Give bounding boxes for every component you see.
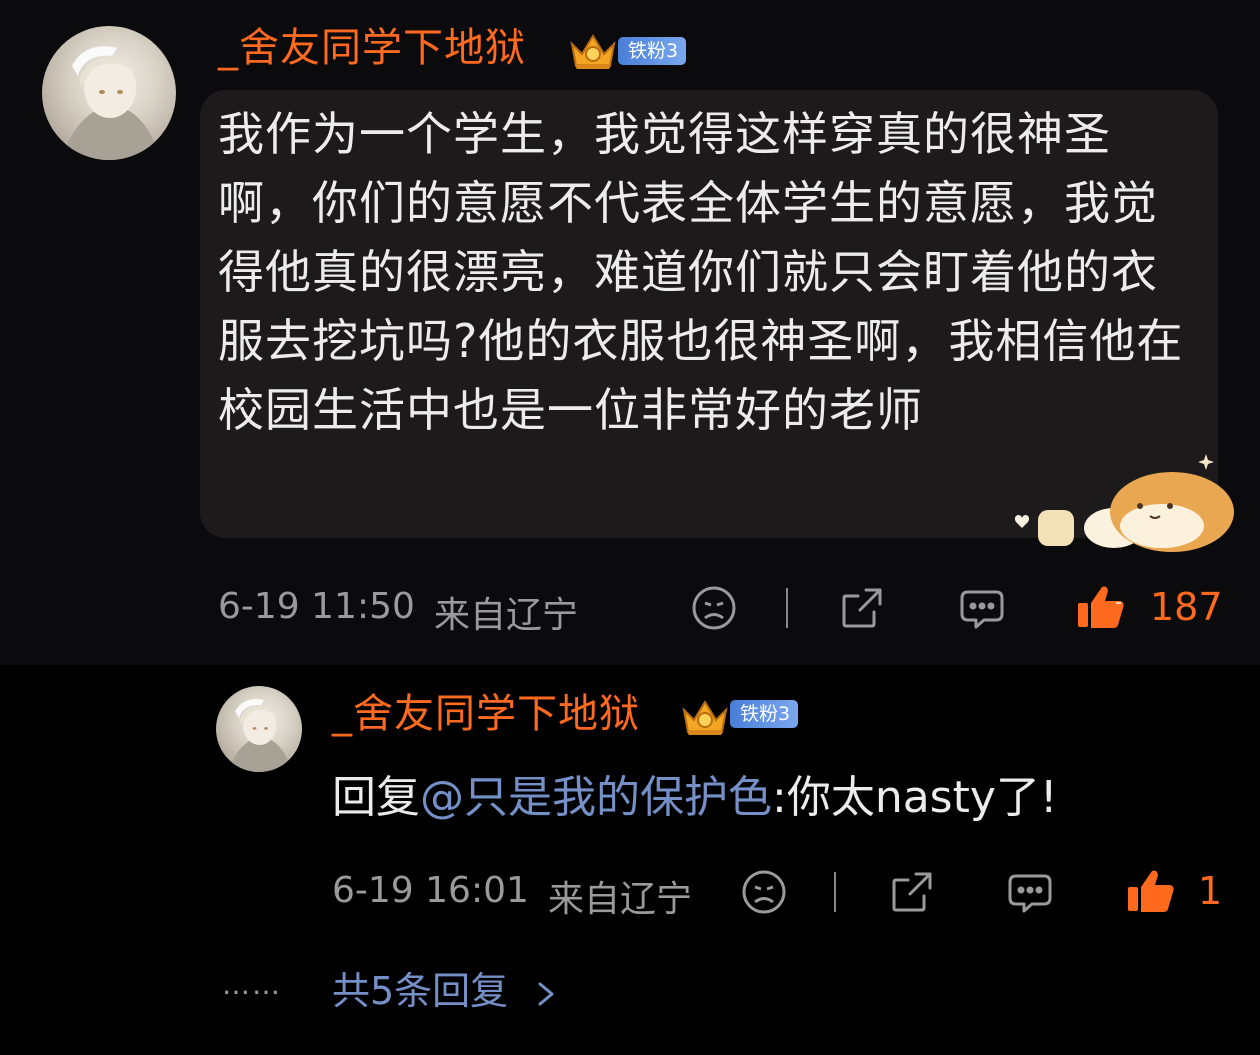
fan-level-badge: 铁粉3 [618,37,687,65]
like-count: 187 [1150,585,1223,629]
sad-face-icon[interactable] [690,584,738,632]
thumbs-up-icon[interactable] [1126,867,1176,915]
comment-time: 6-19 11:50 [218,586,415,627]
more-replies-label[interactable]: 共5条回复 [332,969,508,1013]
crown-icon [568,30,618,72]
sad-face-icon[interactable] [740,868,788,916]
thumbs-up-icon[interactable] [1076,583,1126,631]
reply-prefix: 回复 [332,772,420,823]
crown-icon [680,696,730,738]
reply-username[interactable]: _舍友同学下地狱 [332,690,640,738]
comment-icon[interactable] [958,584,1006,632]
divider [834,872,836,912]
more-dots: …… [222,968,282,1001]
reply-fan-level-badge: 铁粉3 [730,700,799,728]
comment-icon[interactable] [1006,868,1054,916]
reply-like-count: 1 [1198,869,1223,913]
reply-location: 来自辽宁 [548,879,693,920]
reply-avatar[interactable] [216,686,302,772]
divider [786,588,788,628]
reply-text: 回复@只是我的保护色:你太nasty了! [332,770,1058,826]
avatar[interactable] [42,26,176,160]
reply-body: :你太nasty了! [772,772,1058,823]
comment-location: 来自辽宁 [434,595,579,636]
reply-time: 6-19 16:01 [332,870,529,911]
shiba-bread-sticker [1002,446,1242,556]
share-icon[interactable] [888,868,936,916]
comment-text: 我作为一个学生，我觉得这样穿真的很神圣啊，你们的意愿不代表全体学生的意愿，我觉得… [218,107,1184,437]
share-icon[interactable] [838,584,886,632]
chevron-right-icon [538,982,554,1005]
view-more-replies[interactable]: 共5条回复 [332,960,558,1015]
username[interactable]: _舍友同学下地狱 [218,24,526,72]
mention-link[interactable]: @只是我的保护色 [420,772,772,823]
